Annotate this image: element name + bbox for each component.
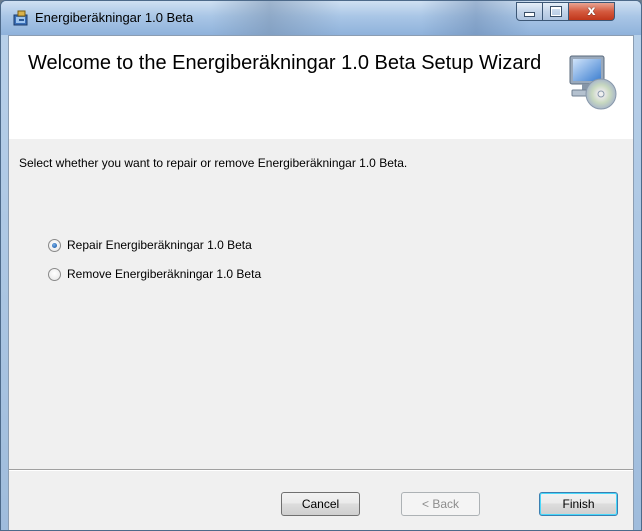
repair-option[interactable]: Repair Energiberäkningar 1.0 Beta [48, 238, 252, 252]
installer-window: Energiberäkningar 1.0 Beta x Welcome to … [0, 0, 642, 531]
page-title: Welcome to the Energiberäkningar 1.0 Bet… [28, 52, 542, 74]
maximize-icon [549, 6, 562, 17]
computer-disc-icon [569, 55, 617, 110]
back-button: < Back [401, 492, 480, 516]
title-bar[interactable]: Energiberäkningar 1.0 Beta x [1, 1, 641, 35]
window-title: Energiberäkningar 1.0 Beta [35, 10, 194, 25]
footer-divider-highlight [9, 470, 633, 471]
remove-radio[interactable] [48, 267, 61, 281]
close-icon: x [587, 4, 596, 19]
installer-icon[interactable] [13, 10, 29, 26]
header-divider [9, 138, 633, 139]
minimize-button[interactable] [516, 2, 543, 21]
remove-option-label[interactable]: Remove Energiberäkningar 1.0 Beta [67, 267, 261, 281]
close-button[interactable]: x [568, 2, 615, 21]
title-bar-glass [421, 1, 531, 35]
remove-option[interactable]: Remove Energiberäkningar 1.0 Beta [48, 267, 261, 281]
finish-button[interactable]: Finish [539, 492, 618, 516]
wizard-client-area: Welcome to the Energiberäkningar 1.0 Bet… [8, 35, 634, 530]
minimize-icon [524, 12, 535, 17]
cancel-button[interactable]: Cancel [281, 492, 360, 516]
repair-option-label[interactable]: Repair Energiberäkningar 1.0 Beta [67, 238, 252, 252]
title-bar-glass [211, 1, 341, 35]
maximize-button [542, 2, 569, 21]
wizard-header: Welcome to the Energiberäkningar 1.0 Bet… [9, 36, 633, 139]
instructions-text: Select whether you want to repair or rem… [19, 156, 408, 170]
repair-radio[interactable] [48, 238, 61, 252]
